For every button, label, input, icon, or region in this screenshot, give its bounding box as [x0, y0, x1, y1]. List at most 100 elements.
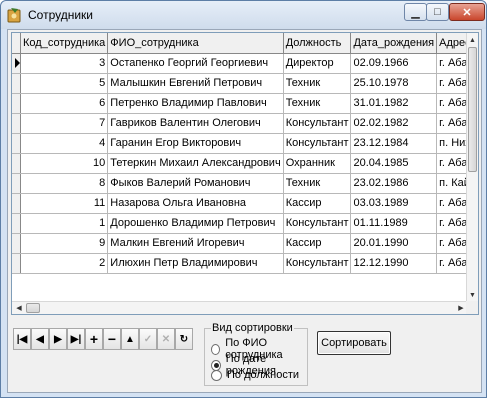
title-bar[interactable]: Сотрудники ▁ □ ✕ [1, 1, 486, 29]
table-cell[interactable]: Кассир [283, 233, 352, 254]
table-cell[interactable]: г. Абакан, ул. Вяткин [436, 253, 468, 274]
delete-record-button[interactable]: − [103, 328, 121, 350]
table-cell[interactable]: 7 [20, 113, 109, 134]
employees-grid[interactable]: Код_сотрудника ФИО_сотрудника Должность … [11, 32, 479, 315]
table-cell[interactable]: 3 [20, 53, 109, 74]
table-cell[interactable]: г. Абакан, ул. Щетинк [436, 213, 468, 234]
table-cell[interactable]: п. Нижняя Согра, ул. [436, 133, 468, 154]
table-cell[interactable]: 9 [20, 233, 109, 254]
table-cell[interactable]: 8 [20, 173, 109, 194]
table-cell[interactable]: Техник [283, 73, 352, 94]
vertical-scrollbar[interactable]: ▲ ▼ [466, 33, 478, 302]
table-cell[interactable]: п. Кайбалы, ул. Ленин [436, 173, 468, 194]
table-cell[interactable]: Кассир [283, 193, 352, 214]
sort-by-position-option[interactable]: По должности [211, 369, 299, 381]
row-indicator-cell[interactable] [12, 53, 21, 74]
table-cell[interactable]: Остапенко Георгий Георгиевич [107, 53, 284, 74]
radio-button[interactable] [211, 369, 222, 381]
row-indicator-cell[interactable] [12, 173, 21, 194]
row-indicator-cell[interactable] [12, 73, 21, 94]
table-cell[interactable]: 12.12.1990 [350, 253, 438, 274]
table-cell[interactable]: Тетеркин Михаил Александрович [107, 153, 284, 174]
table-cell[interactable]: г. Абакан, ул. Чехова [436, 73, 468, 94]
table-cell[interactable]: Гаранин Егор Викторович [107, 133, 284, 154]
table-cell[interactable]: Консультант [283, 133, 352, 154]
table-row[interactable]: 2 Илюхин Петр Владимирович Консультант 12.1… [12, 253, 468, 274]
table-cell[interactable]: 5 [20, 73, 109, 94]
refresh-button[interactable]: ↻ [175, 328, 193, 350]
table-cell[interactable]: 03.03.1989 [350, 193, 438, 214]
row-indicator-cell[interactable] [12, 253, 21, 274]
prior-record-button[interactable]: ◀ [31, 328, 49, 350]
table-row[interactable]: 3 Остапенко Георгий Георгиевич Директор 02.… [12, 53, 468, 74]
table-cell[interactable]: Малышкин Евгений Петрович [107, 73, 284, 94]
last-record-button[interactable]: ▶| [67, 328, 85, 350]
scroll-left-icon[interactable]: ◀ [12, 302, 26, 314]
table-row[interactable]: 7 Гавриков Валентин Олегович Консультант 02… [12, 113, 468, 134]
table-cell[interactable]: 4 [20, 133, 109, 154]
table-cell[interactable]: г. Абакан, ул. Фукина [436, 153, 468, 174]
table-cell[interactable]: Фыков Валерий Романович [107, 173, 284, 194]
horizontal-scroll-thumb[interactable] [26, 303, 40, 313]
row-indicator-cell[interactable] [12, 93, 21, 114]
next-record-button[interactable]: ▶ [49, 328, 67, 350]
scroll-down-icon[interactable]: ▼ [467, 288, 478, 302]
table-cell[interactable]: 23.02.1986 [350, 173, 438, 194]
table-cell[interactable]: 20.04.1985 [350, 153, 438, 174]
table-cell[interactable]: 20.01.1990 [350, 233, 438, 254]
column-header[interactable]: Должность [283, 33, 352, 54]
table-cell[interactable]: Петренко Владимир Павлович [107, 93, 284, 114]
table-cell[interactable]: Гавриков Валентин Олегович [107, 113, 284, 134]
table-row[interactable]: 1 Дорошенко Владимир Петрович Консультант 0… [12, 213, 468, 234]
row-indicator-cell[interactable] [12, 193, 21, 214]
row-indicator-cell[interactable] [12, 133, 21, 154]
table-cell[interactable]: г. Абакан, ул. Ленина [436, 53, 468, 74]
table-cell[interactable]: Охранник [283, 153, 352, 174]
table-cell[interactable]: 02.09.1966 [350, 53, 438, 74]
row-indicator-cell[interactable] [12, 233, 21, 254]
table-row[interactable]: 9 Малкин Евгений Игоревич Кассир 20.01.1990… [12, 233, 468, 254]
column-header[interactable]: ФИО_сотрудника [107, 33, 284, 54]
table-cell[interactable]: 1 [20, 213, 109, 234]
table-cell[interactable]: 25.10.1978 [350, 73, 438, 94]
sort-button[interactable]: Сортировать [317, 331, 391, 355]
table-cell[interactable]: г. Абакан, ул. Петров [436, 113, 468, 134]
post-record-button[interactable]: ✓ [139, 328, 157, 350]
row-indicator-cell[interactable] [12, 113, 21, 134]
column-header[interactable]: Дата_рождения [350, 33, 438, 54]
insert-record-button[interactable]: + [85, 328, 103, 350]
table-cell[interactable]: г. Абакан, ул. Тельма [436, 233, 468, 254]
table-cell[interactable]: Дорошенко Владимир Петрович [107, 213, 284, 234]
edit-record-button[interactable]: ▲ [121, 328, 139, 350]
table-cell[interactable]: 31.01.1982 [350, 93, 438, 114]
table-row[interactable]: 5 Малышкин Евгений Петрович Техник 25.10.19… [12, 73, 468, 94]
table-cell[interactable]: г. Абакан, ул. Ворош [436, 93, 468, 114]
table-row[interactable]: 8 Фыков Валерий Романович Техник 23.02.1986… [12, 173, 468, 194]
table-cell[interactable]: Консультант [283, 113, 352, 134]
table-cell[interactable]: Техник [283, 93, 352, 114]
table-cell[interactable]: Консультант [283, 213, 352, 234]
horizontal-scrollbar[interactable]: ◀ ▶ [12, 301, 468, 314]
table-cell[interactable]: 23.12.1984 [350, 133, 438, 154]
column-header[interactable]: Адрес [436, 33, 468, 54]
minimize-button[interactable]: ▁ [404, 3, 427, 21]
column-header[interactable]: Код_сотрудника [20, 33, 109, 54]
cancel-edit-button[interactable]: ✕ [157, 328, 175, 350]
table-row[interactable]: 4 Гаранин Егор Викторович Консультант 23.12… [12, 133, 468, 154]
first-record-button[interactable]: |◀ [13, 328, 31, 350]
table-cell[interactable]: 01.11.1989 [350, 213, 438, 234]
table-cell[interactable]: Назарова Ольга Ивановна [107, 193, 284, 214]
row-indicator-cell[interactable] [12, 213, 21, 234]
table-cell[interactable]: Техник [283, 173, 352, 194]
table-cell[interactable]: Директор [283, 53, 352, 74]
table-cell[interactable]: 6 [20, 93, 109, 114]
vertical-scroll-thumb[interactable] [468, 47, 477, 172]
table-cell[interactable]: г. Абакан, ул. Крылов [436, 193, 468, 214]
row-indicator-cell[interactable] [12, 153, 21, 174]
table-row[interactable]: 6 Петренко Владимир Павлович Техник 31.01.1… [12, 93, 468, 114]
table-cell[interactable]: Консультант [283, 253, 352, 274]
scroll-up-icon[interactable]: ▲ [467, 33, 478, 47]
close-button[interactable]: ✕ [449, 3, 485, 21]
table-cell[interactable]: 11 [20, 193, 109, 214]
table-row[interactable]: 11 Назарова Ольга Ивановна Кассир 03.03.198… [12, 193, 468, 214]
